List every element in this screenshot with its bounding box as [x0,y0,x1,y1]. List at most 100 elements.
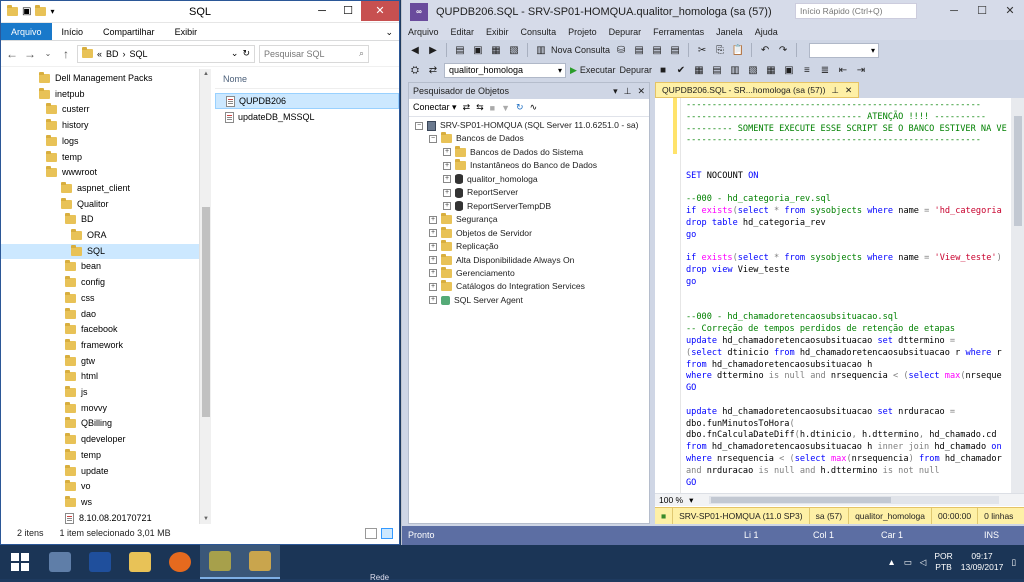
zoom-dropdown-icon[interactable]: ▾ [689,495,693,506]
expand-icon[interactable]: + [429,229,437,238]
tree-item[interactable]: dao [1,307,199,322]
object-tree-node[interactable]: + Alta Disponibilidade Always On [429,253,574,267]
uncomment-icon[interactable]: ≣ [818,63,832,77]
object-tree-node[interactable]: + Objetos de Servidor [429,226,532,240]
expand-icon[interactable]: + [443,175,451,184]
menu-item[interactable]: Janela [710,24,749,40]
expand-icon[interactable]: + [429,269,437,278]
collapse-icon[interactable]: − [429,134,437,143]
tree-item[interactable]: inetpub [1,87,199,102]
start-button[interactable] [0,545,40,579]
taskbar-server-manager[interactable] [40,545,80,579]
results-grid-icon[interactable]: ▦ [764,63,778,77]
new-query-button[interactable]: ▥ Nova Consulta [534,43,610,57]
expand-icon[interactable]: + [443,202,451,211]
parse-icon[interactable]: ✔ [674,63,688,77]
pin-icon[interactable]: ⊥ [624,86,632,97]
menu-item[interactable]: Projeto [562,24,603,40]
tree-item[interactable]: movvy [1,401,199,416]
tree-item[interactable]: js [1,385,199,400]
input-language[interactable]: POR PTB [934,551,952,573]
tree-item[interactable]: css [1,291,199,306]
close-panel-icon[interactable]: ✕ [637,86,645,97]
file-item[interactable]: updateDB_MSSQL [215,109,399,125]
editor-scrollbar[interactable] [1011,98,1024,493]
tree-item[interactable]: history [1,118,199,133]
xmla-icon[interactable]: ▤ [668,43,682,57]
scrollbar-thumb[interactable] [1014,116,1022,226]
menu-item[interactable]: Editar [445,24,481,40]
tree-item[interactable]: html [1,369,199,384]
decrease-indent-icon[interactable]: ⇤ [836,63,850,77]
expand-icon[interactable]: + [443,188,451,197]
cut-icon[interactable]: ✂ [695,43,709,57]
customize-qat-icon[interactable]: ▾ [50,7,54,16]
zoom-level[interactable]: 100 % [659,495,683,505]
large-icons-view-icon[interactable] [381,527,393,539]
tree-item[interactable]: ORA [1,228,199,243]
results-file-icon[interactable]: ▣ [782,63,796,77]
tree-item[interactable]: temp [1,448,199,463]
tree-item[interactable]: aspnet_client [1,181,199,196]
display-plan-icon[interactable]: ▦ [692,63,706,77]
comment-icon[interactable]: ≡ [800,63,814,77]
minimize-button[interactable]: ─ [940,0,968,22]
object-explorer-icon[interactable]: ⛭ [408,63,422,77]
tree-item[interactable]: BD [1,212,199,227]
intellisense-icon[interactable]: ▥ [728,63,742,77]
object-tree-node[interactable]: + Catálogos do Integration Services [429,280,585,293]
tree-item[interactable]: custerr [1,102,199,117]
expand-ribbon-icon[interactable]: ⌄ [379,23,399,40]
volume-icon[interactable]: ◁ [920,557,927,568]
tree-item[interactable]: vo [1,479,199,494]
expand-icon[interactable]: + [429,296,437,305]
database-dropdown[interactable]: qualitor_homologa [444,62,566,78]
pin-icon[interactable]: ⊥ [832,85,840,96]
taskbar-firefox[interactable] [160,545,200,579]
tree-item[interactable]: SQL [1,243,199,259]
mdx-icon[interactable]: ▤ [632,43,646,57]
db-query-icon[interactable]: ⛁ [614,43,628,57]
tree-item[interactable]: framework [1,338,199,353]
close-tab-icon[interactable]: ✕ [845,85,852,96]
menu-item[interactable]: Consulta [515,24,563,40]
clock[interactable]: 09:17 13/09/2017 [961,551,1004,573]
new-project-icon[interactable]: ▤ [453,43,467,57]
tree-scrollbar[interactable]: ▲ ▼ [199,69,211,524]
object-tree-node[interactable]: + ReportServerTempDB [443,200,551,213]
refresh-icon[interactable]: ↻ [242,48,250,59]
quick-launch-input[interactable]: Início Rápido (Ctrl+Q) [795,3,917,19]
tab-compartilhar[interactable]: Compartilhar [93,23,165,40]
object-tree-node[interactable]: + Segurança [429,213,498,226]
network-icon[interactable]: ▭ [904,557,912,568]
taskbar-file-explorer[interactable] [120,545,160,579]
horizontal-scrollbar[interactable] [709,496,1000,504]
file-item[interactable]: QUPDB206 [215,93,399,109]
minimize-button[interactable]: ─ [309,1,335,21]
object-tree-node[interactable]: + Bancos de Dados do Sistema [443,145,583,159]
forward-icon[interactable]: ▶ [426,43,440,57]
connect-button[interactable]: Conectar ▾ [413,102,457,113]
collapse-icon[interactable]: − [415,121,423,130]
back-arrow-icon[interactable]: ← [5,47,19,61]
scrollbar-thumb[interactable] [202,207,210,417]
expand-icon[interactable]: + [443,161,451,170]
breadcrumb-bd[interactable]: BD [106,49,119,59]
refresh-icon[interactable]: ↻ [516,102,524,113]
disconnect-icon[interactable]: ⇆ [476,102,484,113]
expand-icon[interactable]: + [443,148,451,157]
new-folder-icon[interactable] [35,5,47,16]
solution-config-dropdown[interactable] [809,42,880,58]
tab-exibir[interactable]: Exibir [165,23,208,40]
taskbar-tool[interactable] [240,545,280,579]
recent-locations-icon[interactable]: ⌄ [41,49,55,58]
tree-item[interactable]: update [1,464,199,479]
panel-menu-icon[interactable]: ▾ [613,86,618,97]
tree-item[interactable]: QBilling [1,416,199,431]
menu-item[interactable]: Depurar [603,24,648,40]
maximize-button[interactable]: ☐ [968,0,996,22]
menu-item[interactable]: Arquivo [402,24,445,40]
activity-monitor-icon[interactable]: ∿ [530,102,538,113]
tab-arquivo[interactable]: Arquivo [1,23,52,40]
tree-item[interactable]: qdeveloper [1,432,199,447]
